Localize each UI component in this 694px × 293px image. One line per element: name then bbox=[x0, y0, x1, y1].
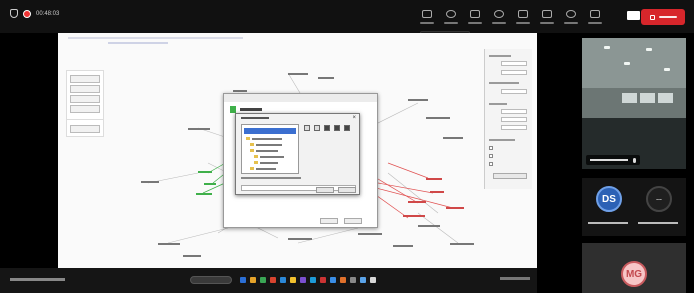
app-icon[interactable] bbox=[300, 277, 306, 283]
tool-button-5[interactable] bbox=[511, 2, 535, 31]
participant-name bbox=[588, 222, 628, 224]
taskbar-label bbox=[10, 278, 65, 281]
react-icon bbox=[494, 9, 504, 18]
tool-button-4[interactable] bbox=[487, 2, 511, 31]
folder-icon[interactable] bbox=[250, 277, 256, 283]
share-screen-icon bbox=[626, 10, 640, 20]
app-icon[interactable] bbox=[290, 277, 296, 283]
app-icon[interactable] bbox=[330, 277, 336, 283]
avatar: MG bbox=[621, 261, 647, 287]
folder-icon bbox=[250, 143, 254, 146]
close-icon[interactable]: × bbox=[352, 115, 356, 121]
chat-icon bbox=[422, 9, 432, 18]
taskbar-apps bbox=[240, 277, 376, 283]
app-icon[interactable] bbox=[260, 277, 266, 283]
dialog-title bbox=[241, 117, 269, 119]
selected-folder[interactable] bbox=[244, 128, 296, 134]
app-icon[interactable] bbox=[350, 277, 356, 283]
participant-tile[interactable]: DS bbox=[582, 178, 636, 236]
app-icon[interactable] bbox=[270, 277, 276, 283]
view-option-icon[interactable] bbox=[324, 125, 330, 131]
participant-name bbox=[638, 222, 678, 224]
meeting-timer: 00:48:03 bbox=[36, 10, 60, 17]
leave-button[interactable] bbox=[641, 9, 685, 25]
shared-screen: × bbox=[58, 33, 537, 268]
app-icon[interactable] bbox=[320, 277, 326, 283]
mic-icon bbox=[590, 9, 600, 18]
folder-icon bbox=[254, 161, 258, 164]
recording-icon bbox=[23, 9, 31, 18]
app-icon[interactable] bbox=[310, 277, 316, 283]
system-tray bbox=[500, 277, 530, 280]
folder-icon bbox=[250, 149, 254, 152]
outer-dialog-title bbox=[240, 108, 262, 111]
path-caption bbox=[241, 177, 301, 179]
folder-picker-dialog: × bbox=[235, 113, 360, 195]
view-option-icon[interactable] bbox=[304, 125, 310, 131]
ok-button[interactable] bbox=[320, 218, 338, 224]
meeting-status: 00:48:03 bbox=[10, 9, 59, 18]
participant-tile[interactable]: … bbox=[632, 178, 686, 236]
more-icon bbox=[542, 9, 552, 18]
app-icon[interactable] bbox=[340, 277, 346, 283]
view-icon bbox=[518, 9, 528, 18]
folder-icon bbox=[250, 167, 254, 170]
app-icon[interactable] bbox=[240, 277, 246, 283]
tool-button-6[interactable] bbox=[535, 2, 559, 31]
folder-icon bbox=[246, 137, 250, 140]
tool-button-8[interactable] bbox=[583, 2, 607, 31]
avatar: … bbox=[646, 186, 672, 212]
camera-icon bbox=[566, 9, 576, 18]
toolbar-buttons bbox=[415, 2, 607, 31]
meeting-toolbar: 00:48:03 bbox=[0, 0, 694, 33]
app-icon bbox=[230, 106, 236, 113]
view-option-icon[interactable] bbox=[314, 125, 320, 131]
dialog-cancel-button[interactable] bbox=[338, 187, 356, 193]
cancel-button[interactable] bbox=[344, 218, 362, 224]
people-icon bbox=[446, 9, 456, 18]
windows-taskbar bbox=[0, 268, 537, 293]
taskbar-search[interactable] bbox=[190, 276, 232, 284]
phone-icon bbox=[649, 14, 655, 20]
folder-tree[interactable] bbox=[241, 124, 299, 174]
view-option-icon[interactable] bbox=[334, 125, 340, 131]
avatar: DS bbox=[596, 186, 622, 212]
tool-button-7[interactable] bbox=[559, 2, 583, 31]
raise-hand-icon bbox=[470, 9, 480, 18]
shield-icon[interactable] bbox=[10, 9, 18, 18]
tool-button-2[interactable] bbox=[439, 2, 463, 31]
participant-tile[interactable]: MG bbox=[582, 243, 686, 293]
red-edges bbox=[367, 162, 454, 219]
view-option-icon[interactable] bbox=[344, 125, 350, 131]
participant-name-tag bbox=[586, 155, 640, 165]
mic-icon bbox=[633, 158, 636, 163]
dialog-ok-button[interactable] bbox=[316, 187, 334, 193]
folder-icon bbox=[254, 155, 258, 158]
app-icon[interactable] bbox=[280, 277, 286, 283]
app-icon[interactable] bbox=[360, 277, 366, 283]
participant-video-main[interactable] bbox=[582, 38, 686, 169]
tool-button-3[interactable] bbox=[463, 2, 487, 31]
app-icon[interactable] bbox=[370, 277, 376, 283]
tool-button-1[interactable] bbox=[415, 2, 439, 31]
